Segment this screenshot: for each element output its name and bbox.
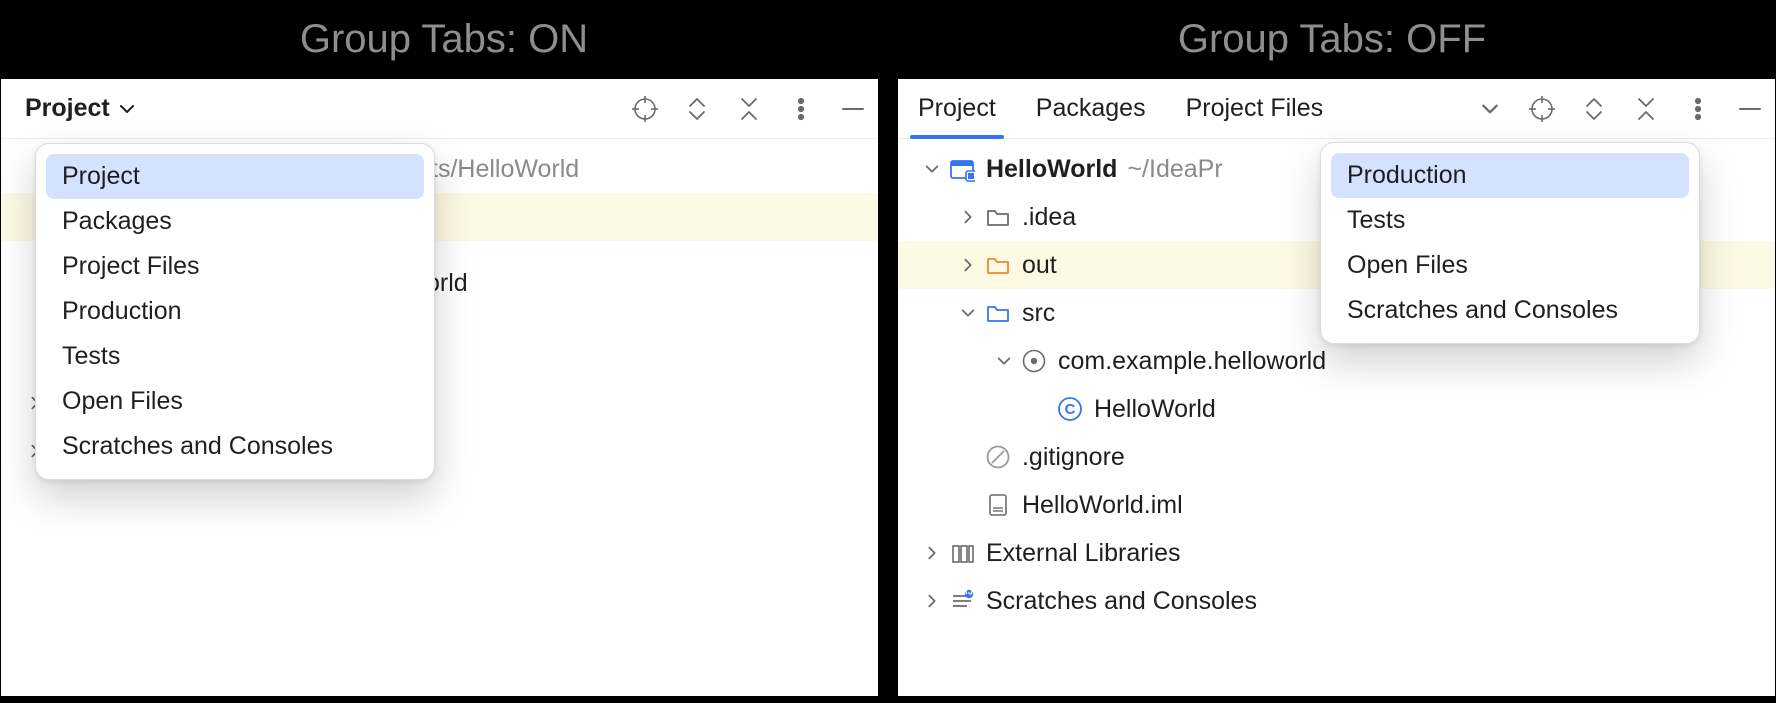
select-opened-file-button[interactable] xyxy=(1525,92,1559,126)
folder-icon xyxy=(984,203,1012,231)
expand-all-button[interactable] xyxy=(1577,92,1611,126)
toolbar xyxy=(1473,92,1767,126)
collapse-all-icon xyxy=(736,96,762,122)
banner-right: Group Tabs: OFF xyxy=(888,0,1776,78)
menu-item-open-files[interactable]: Open Files xyxy=(1331,243,1689,288)
expand-arrow[interactable] xyxy=(958,207,978,227)
module-icon xyxy=(948,155,976,183)
target-icon xyxy=(632,96,658,122)
tab-project-files[interactable]: Project Files xyxy=(1184,82,1326,135)
collapse-arrow[interactable] xyxy=(922,159,942,179)
menu-item-tests[interactable]: Tests xyxy=(1331,198,1689,243)
select-opened-file-button[interactable] xyxy=(628,92,662,126)
tabs-overflow-button[interactable] xyxy=(1473,92,1507,126)
expand-arrow[interactable] xyxy=(958,255,978,275)
class-icon xyxy=(1056,395,1084,423)
hide-button[interactable] xyxy=(1733,92,1767,126)
view-mode-label: Project xyxy=(25,94,110,123)
expand-all-button[interactable] xyxy=(680,92,714,126)
tree-label: com.example.helloworld xyxy=(1058,347,1326,376)
kebab-icon xyxy=(788,96,814,122)
options-button[interactable] xyxy=(784,92,818,126)
tool-window-header: Project xyxy=(1,79,878,139)
hide-button[interactable] xyxy=(836,92,870,126)
tree-label: HelloWorld xyxy=(1094,395,1216,424)
menu-item-project[interactable]: Project xyxy=(46,154,424,199)
root-path: ts/HelloWorld xyxy=(431,155,579,184)
banner-left: Group Tabs: ON xyxy=(0,0,888,78)
kebab-icon xyxy=(1685,96,1711,122)
menu-item-project-files[interactable]: Project Files xyxy=(46,244,424,289)
source-folder-icon xyxy=(984,299,1012,327)
tree-label: HelloWorld.iml xyxy=(1022,491,1183,520)
tree-label: External Libraries xyxy=(986,539,1181,568)
tree-row-class[interactable]: HelloWorld xyxy=(898,385,1775,433)
options-button[interactable] xyxy=(1681,92,1715,126)
tree-row-package[interactable]: com.example.helloworld xyxy=(898,337,1775,385)
target-icon xyxy=(1529,96,1555,122)
expand-arrow[interactable] xyxy=(922,543,942,563)
comparison-banner: Group Tabs: ON Group Tabs: OFF xyxy=(0,0,1776,78)
library-icon xyxy=(948,539,976,567)
tree-label: Scratches and Consoles xyxy=(986,587,1257,616)
chevron-down-icon xyxy=(118,100,136,118)
menu-item-production[interactable]: Production xyxy=(46,289,424,334)
collapse-arrow[interactable] xyxy=(958,303,978,323)
expand-all-icon xyxy=(1581,96,1607,122)
collapse-all-button[interactable] xyxy=(732,92,766,126)
root-path: ~/IdeaPr xyxy=(1127,155,1222,184)
chevron-down-icon xyxy=(1480,99,1500,119)
project-tool-window-grouped: Project ts/HelloWorld orld Hel xyxy=(0,78,879,697)
view-mode-menu: Project Packages Project Files Productio… xyxy=(35,143,435,480)
collapse-all-button[interactable] xyxy=(1629,92,1663,126)
tree-row-external-libraries[interactable]: External Libraries xyxy=(898,529,1775,577)
tree-label: out xyxy=(1022,251,1057,280)
tree-row-gitignore[interactable]: .gitignore xyxy=(898,433,1775,481)
collapse-arrow[interactable] xyxy=(994,351,1014,371)
tree-label: .gitignore xyxy=(1022,443,1125,472)
tree-label: .idea xyxy=(1022,203,1076,232)
folder-excluded-icon xyxy=(984,251,1012,279)
view-mode-dropdown[interactable]: Project xyxy=(19,90,142,127)
expand-all-icon xyxy=(684,96,710,122)
menu-item-scratches[interactable]: Scratches and Consoles xyxy=(46,424,424,469)
collapse-all-icon xyxy=(1633,96,1659,122)
tabs-overflow-menu: Production Tests Open Files Scratches an… xyxy=(1320,142,1700,344)
menu-item-packages[interactable]: Packages xyxy=(46,199,424,244)
toolbar xyxy=(628,92,870,126)
menu-item-open-files[interactable]: Open Files xyxy=(46,379,424,424)
minimize-icon xyxy=(840,96,866,122)
minimize-icon xyxy=(1737,96,1763,122)
tree-label: src xyxy=(1022,299,1055,328)
menu-item-scratches[interactable]: Scratches and Consoles xyxy=(1331,288,1689,333)
tree-row-scratches[interactable]: Scratches and Consoles xyxy=(898,577,1775,625)
tab-packages[interactable]: Packages xyxy=(1034,82,1148,135)
tree-label: HelloWorld xyxy=(986,155,1117,184)
package-icon xyxy=(1020,347,1048,375)
view-tabs: Project Packages Project Files xyxy=(916,82,1325,135)
iml-file-icon xyxy=(984,491,1012,519)
expand-arrow[interactable] xyxy=(922,591,942,611)
menu-item-tests[interactable]: Tests xyxy=(46,334,424,379)
tool-window-header: Project Packages Project Files xyxy=(898,79,1775,139)
tree-row-iml[interactable]: HelloWorld.iml xyxy=(898,481,1775,529)
scratches-icon xyxy=(948,587,976,615)
menu-item-production[interactable]: Production xyxy=(1331,153,1689,198)
excluded-file-icon xyxy=(984,443,1012,471)
tab-project[interactable]: Project xyxy=(916,82,998,135)
